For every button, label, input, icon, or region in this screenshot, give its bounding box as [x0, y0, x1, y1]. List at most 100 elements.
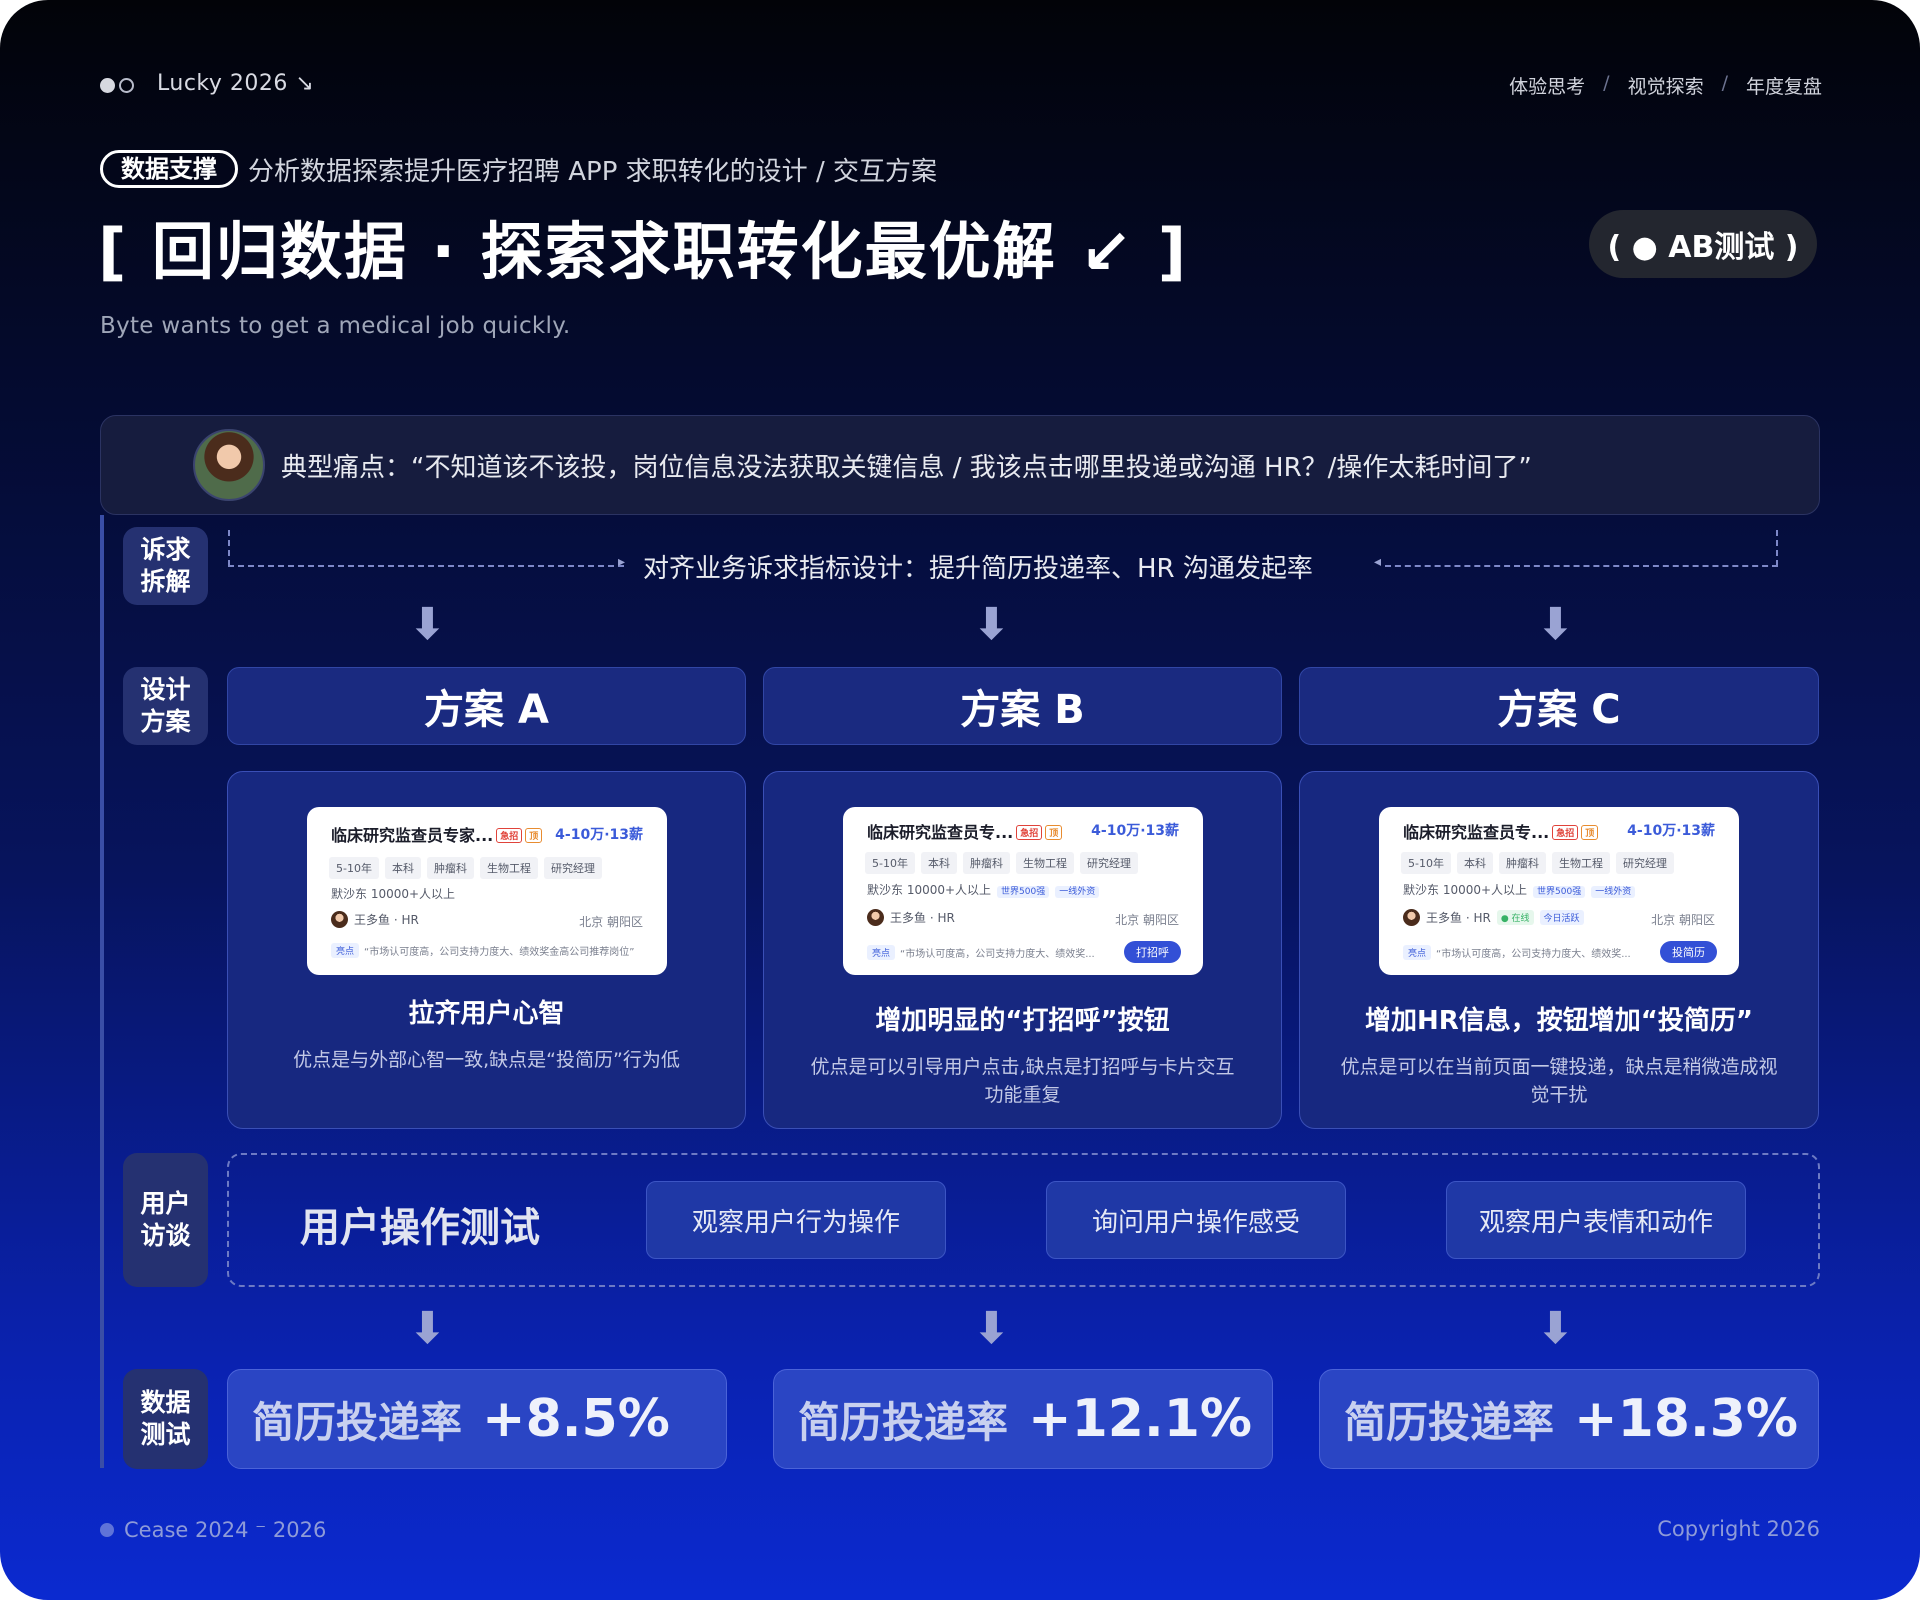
footer-left: Cease 2024 ⁻ 2026: [100, 1518, 326, 1542]
arrow-down-icon: ⬇: [973, 599, 1010, 650]
tagline: 数据支撑 分析数据探索提升医疗招聘 APP 求职转化的设计 / 交互方案: [100, 150, 937, 188]
job-tag: 研究经理: [543, 857, 602, 879]
pain-point-text: 典型痛点：“不知道该不该投，岗位信息没法获取关键信息 / 我该点击哪里投递或沟通…: [281, 452, 1532, 483]
highlight-text: “市场认可度高，公司支持力度大、绩效奖...: [900, 949, 1095, 960]
highlight-row: 亮点 “市场认可度高，公司支持力度大、绩效奖金高公司推荐岗位”: [331, 943, 634, 958]
breadcrumb: 体验思考 / 视觉探索 / 年度复盘: [1509, 72, 1822, 99]
result-label: 简历投递率: [798, 1397, 1009, 1447]
hr-name: 王多鱼 · HR: [890, 911, 955, 925]
highlight-text: “市场认可度高，公司支持力度大、绩效奖...: [1436, 949, 1631, 960]
top-badge: 顶: [525, 828, 543, 843]
job-tag: 本科: [920, 852, 957, 874]
online-status: ● 在线: [1496, 910, 1534, 925]
avatar: [193, 429, 265, 501]
hr-row: 王多鱼 · HR: [867, 909, 955, 926]
nav-link-visual[interactable]: 视觉探索: [1628, 72, 1704, 99]
greet-button[interactable]: 打招呼: [1124, 941, 1181, 963]
arrow-down-icon: ⬇: [973, 1303, 1010, 1354]
job-location: 北京 朝阳区: [1651, 913, 1715, 927]
job-tag: 肿瘤科: [962, 852, 1010, 874]
urgent-badge: 急招: [496, 828, 523, 843]
salary: 4-10万·13薪: [1091, 823, 1179, 839]
job-tag: 生物工程: [479, 857, 538, 879]
top-badge: 顶: [1581, 825, 1599, 840]
company-row: 默沙东 10000+人以上 世界500强 一线外资: [867, 881, 1100, 898]
plan-b-header: 方案 B: [763, 667, 1282, 745]
job-title: 临床研究监查员专... 急招顶: [1403, 819, 1599, 843]
job-tag: 研究经理: [1615, 852, 1674, 874]
company-tag: 一线外资: [1055, 886, 1100, 898]
arrow-right-icon: ▸: [618, 554, 626, 570]
plan-a-header: 方案 A: [227, 667, 746, 745]
user-test-item-expression: 观察用户表情和动作: [1446, 1181, 1746, 1259]
highlight-row: 亮点 “市场认可度高，公司支持力度大、绩效奖...: [1403, 945, 1631, 960]
hr-name: 王多鱼 · HR: [354, 913, 419, 927]
footer-credit: Cease 2024 ⁻ 2026: [124, 1518, 327, 1542]
salary: 4-10万·13薪: [555, 827, 643, 843]
arrow-left-icon: ◂: [1374, 554, 1382, 570]
job-tag: 肿瘤科: [426, 857, 474, 879]
tag-pill: 数据支撑: [100, 150, 238, 188]
alignment-text: 对齐业务诉求指标设计：提升简历投递率、HR 沟通发起率: [643, 554, 1313, 584]
job-tags: 5-10年 本科 肿瘤科 生物工程 研究经理: [1401, 852, 1674, 874]
arrow-down-icon: ⬇: [1537, 599, 1574, 650]
company-tag: 一线外资: [1591, 886, 1636, 898]
job-title: 临床研究监查员专... 急招顶: [867, 819, 1063, 843]
job-card-preview[interactable]: 临床研究监查员专... 急招顶 4-10万·13薪 5-10年 本科 肿瘤科 生物…: [843, 807, 1203, 975]
job-tags: 5-10年 本科 肿瘤科 生物工程 研究经理: [329, 857, 602, 879]
slide: Lucky 2026 ↘ 体验思考 / 视觉探索 / 年度复盘 数据支撑 分析数…: [0, 0, 1920, 1600]
result-value: +8.5%: [482, 1389, 670, 1449]
dashed-connector-left-up: [228, 530, 230, 566]
submit-resume-button[interactable]: 投简历: [1660, 941, 1717, 963]
brand-label: Lucky 2026 ↘: [157, 71, 315, 96]
top-badge: 顶: [1045, 825, 1063, 840]
plan-c-header: 方案 C: [1299, 667, 1819, 745]
plan-a-card: 临床研究监查员专家... 急招顶 4-10万·13薪 5-10年 本科 肿瘤科 生…: [227, 771, 746, 1129]
user-test-item-feeling: 询问用户操作感受: [1046, 1181, 1346, 1259]
label-design: 设计 方案: [123, 667, 208, 745]
job-card-preview[interactable]: 临床研究监查员专家... 急招顶 4-10万·13薪 5-10年 本科 肿瘤科 生…: [307, 807, 667, 975]
highlight-row: 亮点 “市场认可度高，公司支持力度大、绩效奖...: [867, 945, 1095, 960]
job-tag: 5-10年: [329, 857, 379, 879]
timeline-line: [100, 515, 104, 1468]
hr-avatar: [867, 909, 884, 926]
plan-a-title: 拉齐用户心智: [408, 999, 565, 1029]
result-label: 简历投递率: [1344, 1397, 1555, 1447]
job-tag: 生物工程: [1551, 852, 1610, 874]
plan-b-title: 增加明显的“打招呼”按钮: [875, 1006, 1170, 1036]
salary: 4-10万·13薪: [1627, 823, 1715, 839]
plan-c-description: 优点是可以在当前页面一键投递，缺点是稍微造成视觉干扰: [1340, 1056, 1778, 1106]
plan-b-description: 优点是可以引导用户点击,缺点是打招呼与卡片交互功能重复: [810, 1056, 1235, 1106]
job-card-preview[interactable]: 临床研究监查员专... 急招顶 4-10万·13薪 5-10年 本科 肿瘤科 生物…: [1379, 807, 1739, 975]
company-tag: 世界500强: [997, 886, 1050, 898]
job-location: 北京 朝阳区: [579, 915, 643, 929]
pagination-dots[interactable]: [100, 78, 134, 93]
page-subtitle: 分析数据探索提升医疗招聘 APP 求职转化的设计 / 交互方案: [248, 156, 937, 187]
hr-row: 王多鱼 · HR ● 在线 今日活跃: [1403, 909, 1584, 926]
plan-c-title: 增加HR信息，按钮增加“投简历”: [1365, 1006, 1753, 1036]
footer-dot-icon: [100, 1523, 114, 1537]
dot-active-icon: [100, 78, 115, 93]
result-value: +18.3%: [1574, 1389, 1798, 1449]
job-tag: 生物工程: [1015, 852, 1074, 874]
arrow-down-icon: ⬇: [409, 599, 446, 650]
arrow-down-icon: ⬇: [1537, 1303, 1574, 1354]
page-title: [ 回归数据 · 探索求职转化最优解 ↙ ]: [98, 215, 1189, 288]
result-value: +12.1%: [1028, 1389, 1252, 1449]
job-tag: 5-10年: [865, 852, 915, 874]
active-status: 今日活跃: [1539, 910, 1584, 925]
company-row: 默沙东 10000+人以上 世界500强 一线外资: [1403, 881, 1636, 898]
breadcrumb-separator: /: [1603, 72, 1610, 94]
nav-link-experience[interactable]: 体验思考: [1509, 72, 1585, 99]
plan-c-card: 临床研究监查员专... 急招顶 4-10万·13薪 5-10年 本科 肿瘤科 生物…: [1299, 771, 1819, 1129]
job-tag: 本科: [1456, 852, 1493, 874]
highlight-tag: 亮点: [331, 943, 360, 958]
hr-avatar: [1403, 909, 1420, 926]
highlight-tag: 亮点: [867, 945, 896, 960]
ab-test-pill: ( ● AB测试 ): [1589, 210, 1817, 278]
result-plan-c: 简历投递率 +18.3%: [1319, 1369, 1819, 1469]
dashed-connector-left: [228, 565, 624, 567]
nav-link-review[interactable]: 年度复盘: [1746, 72, 1822, 99]
plan-a-description: 优点是与外部心智一致,缺点是“投简历”行为低: [293, 1049, 680, 1071]
breadcrumb-separator: /: [1721, 72, 1728, 94]
